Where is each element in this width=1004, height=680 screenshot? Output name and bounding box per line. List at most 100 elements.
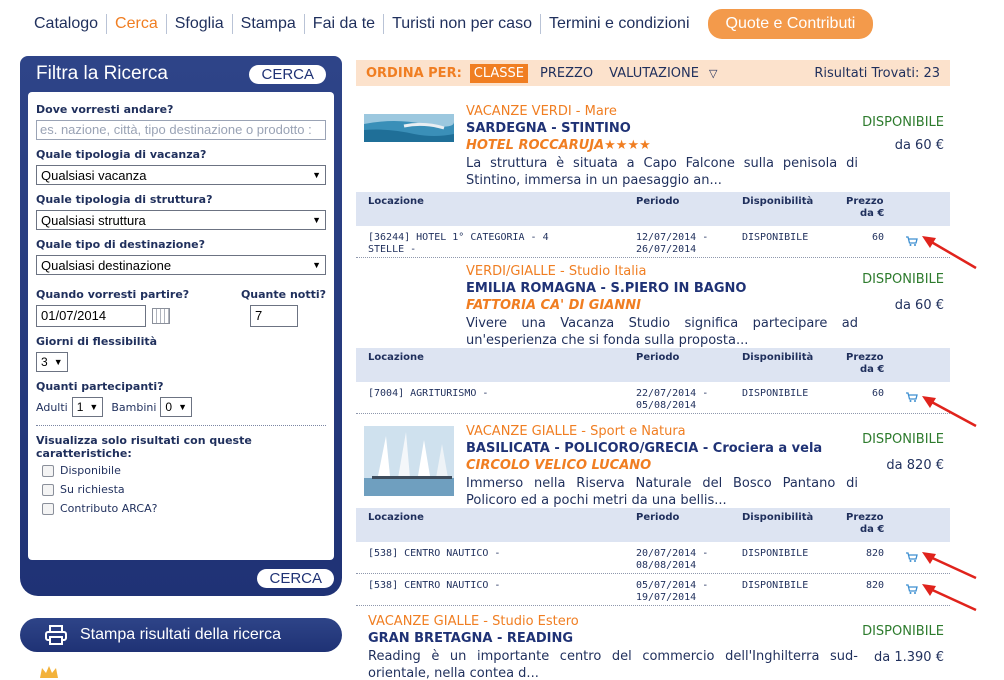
holiday-type-label: Quale tipologia di vacanza? [36,148,207,161]
where-label: Dove vorresti andare? [36,103,174,116]
chevron-down-icon: ▼ [312,260,321,270]
nav-stampa[interactable]: Stampa [233,14,305,34]
adults-value: 1 [76,400,84,414]
col-period: Periodo [636,512,680,523]
chevron-down-icon: ▼ [53,357,63,367]
features-label: Visualizza solo risultati con queste car… [36,434,252,460]
offer-thumbnail-sea[interactable] [364,108,454,170]
search-button-bottom[interactable]: CERCA [257,569,334,588]
offer-destination[interactable]: GRAN BRETAGNA - READING [368,631,573,646]
row-availability: DISPONIBILE [742,548,809,559]
col-location: Locazione [368,512,424,523]
holiday-type-select[interactable]: Qualsiasi vacanza ▼ [36,165,326,185]
nav-cerca[interactable]: Cerca [107,14,167,34]
calendar-icon[interactable] [152,308,170,324]
cart-icon[interactable] [906,552,918,562]
cart-icon[interactable] [906,392,918,402]
table-row[interactable]: [538] CENTRO NAUTICO - 05/07/2014 - 19/0… [356,574,950,606]
table-header: Locazione Periodo Disponibilità Prezzo d… [356,348,950,382]
offer-thumbnail-sailboats[interactable] [364,426,454,496]
row-period: 12/07/2014 - [636,232,709,243]
offer-availability: DISPONIBILE [862,624,944,639]
offer-price: da 820 € [886,458,944,473]
filter-header: Filtra la Ricerca CERCA [20,56,342,92]
row-location: [7004] AGRITURISMO - [368,388,489,399]
annotation-arrow-icon [922,236,977,270]
row-period: 05/07/2014 - [636,580,709,591]
nav-turisti[interactable]: Turisti non per caso [384,14,541,34]
search-button-top[interactable]: CERCA [249,64,326,84]
offer-destination[interactable]: EMILIA ROMAGNA - S.PIERO IN BAGNO [466,281,746,296]
destination-type-label: Quale tipo di destinazione? [36,238,205,251]
print-results-label: Stampa risultati della ricerca [80,626,281,643]
row-availability: DISPONIBILE [742,232,809,243]
offer-destination[interactable]: BASILICATA - POLICORO/GRECIA - Crociera … [466,441,822,456]
flex-select[interactable]: 3 ▼ [36,352,68,372]
filter-divider [36,425,326,426]
col-location: Locazione [368,352,424,363]
nav-sfoglia[interactable]: Sfoglia [167,14,233,34]
where-input[interactable]: es. nazione, città, tipo destinazione o … [36,120,326,140]
nav-termini[interactable]: Termini e condizioni [541,14,698,34]
sort-classe[interactable]: CLASSE [469,63,529,83]
nights-label: Quante notti? [240,288,326,301]
row-period: 20/07/2014 - [636,548,709,559]
table-row[interactable]: [36244] HOTEL 1° CATEGORIA - 4 STELLE - … [356,226,950,258]
checkbox[interactable] [42,483,54,496]
cart-icon[interactable] [906,584,918,594]
offer-category: VACANZE VERDI - Mare [466,104,617,119]
chevron-down-icon[interactable]: ▽ [709,67,717,80]
sort-bar: ORDINA PER: CLASSE PREZZO VALUTAZIONE ▽ … [356,60,950,86]
filter-title: Filtra la Ricerca [36,63,168,84]
participants-label: Quanti partecipanti? [36,380,164,393]
table-header: Locazione Periodo Disponibilità Prezzo d… [356,192,950,226]
table-header: Locazione Periodo Disponibilità Prezzo d… [356,508,950,542]
col-availability: Disponibilità [742,352,814,363]
row-location-2: STELLE - [368,244,417,255]
quote-button[interactable]: Quote e Contributi [707,9,874,39]
offer-availability: DISPONIBILE [862,115,944,130]
offer-hotel[interactable]: HOTEL ROCCARUJA★★★★ [466,138,651,153]
chevron-down-icon: ▼ [312,170,321,180]
row-availability: DISPONIBILE [742,580,809,591]
adults-select[interactable]: 1 ▼ [71,397,104,417]
col-period: Periodo [636,196,680,207]
depart-label: Quando vorresti partire? [36,288,190,301]
offer-description: La struttura è situata a Capo Falcone su… [466,156,858,188]
feature-available[interactable]: Disponibile [42,464,326,477]
feature-on-request[interactable]: Su richiesta [42,483,326,496]
nav-catalogo[interactable]: Catalogo [20,14,108,34]
row-period-2: 05/08/2014 [636,400,697,411]
offer-destination[interactable]: SARDEGNA - STINTINO [466,121,631,136]
nav-fai-da-te[interactable]: Fai da te [305,14,385,34]
col-price-sub: da € [860,364,885,375]
table-row[interactable]: [7004] AGRITURISMO - 22/07/2014 - 05/08/… [356,382,950,414]
offer-hotel[interactable]: CIRCOLO VELICO LUCANO [466,458,651,473]
flex-value: 3 [41,355,48,369]
cart-icon[interactable] [906,236,918,246]
print-results-button[interactable]: Stampa risultati della ricerca [20,618,342,652]
results-panel: ORDINA PER: CLASSE PREZZO VALUTAZIONE ▽ … [356,60,950,86]
children-select[interactable]: 0 ▼ [160,397,193,417]
feature-arca[interactable]: Contributo ARCA? [42,502,326,515]
checkbox[interactable] [42,502,54,515]
col-price: Prezzo [846,512,884,523]
row-price: 820 [866,548,885,559]
row-period-2: 19/07/2014 [636,592,697,603]
row-location: [538] CENTRO NAUTICO - [368,548,501,559]
checkbox[interactable] [42,464,54,477]
sort-valutazione[interactable]: VALUTAZIONE [609,66,699,81]
structure-type-select[interactable]: Qualsiasi struttura ▼ [36,210,326,230]
col-price-sub: da € [860,524,885,535]
sort-prezzo[interactable]: PREZZO [540,66,593,81]
offer-price: da 60 € [894,298,944,313]
table-row[interactable]: [538] CENTRO NAUTICO - 20/07/2014 - 08/0… [356,542,950,574]
col-price: Prezzo [846,196,884,207]
depart-date-input[interactable]: 01/07/2014 [36,305,146,327]
annotation-arrow-icon [922,396,977,428]
chevron-down-icon: ▼ [178,402,188,412]
filter-panel: Filtra la Ricerca CERCA Dove vorresti an… [20,56,342,596]
destination-type-select[interactable]: Qualsiasi destinazione ▼ [36,255,326,275]
nights-input[interactable]: 7 [250,305,298,327]
offer-hotel[interactable]: FATTORIA CA' DI GIANNI [466,298,641,313]
